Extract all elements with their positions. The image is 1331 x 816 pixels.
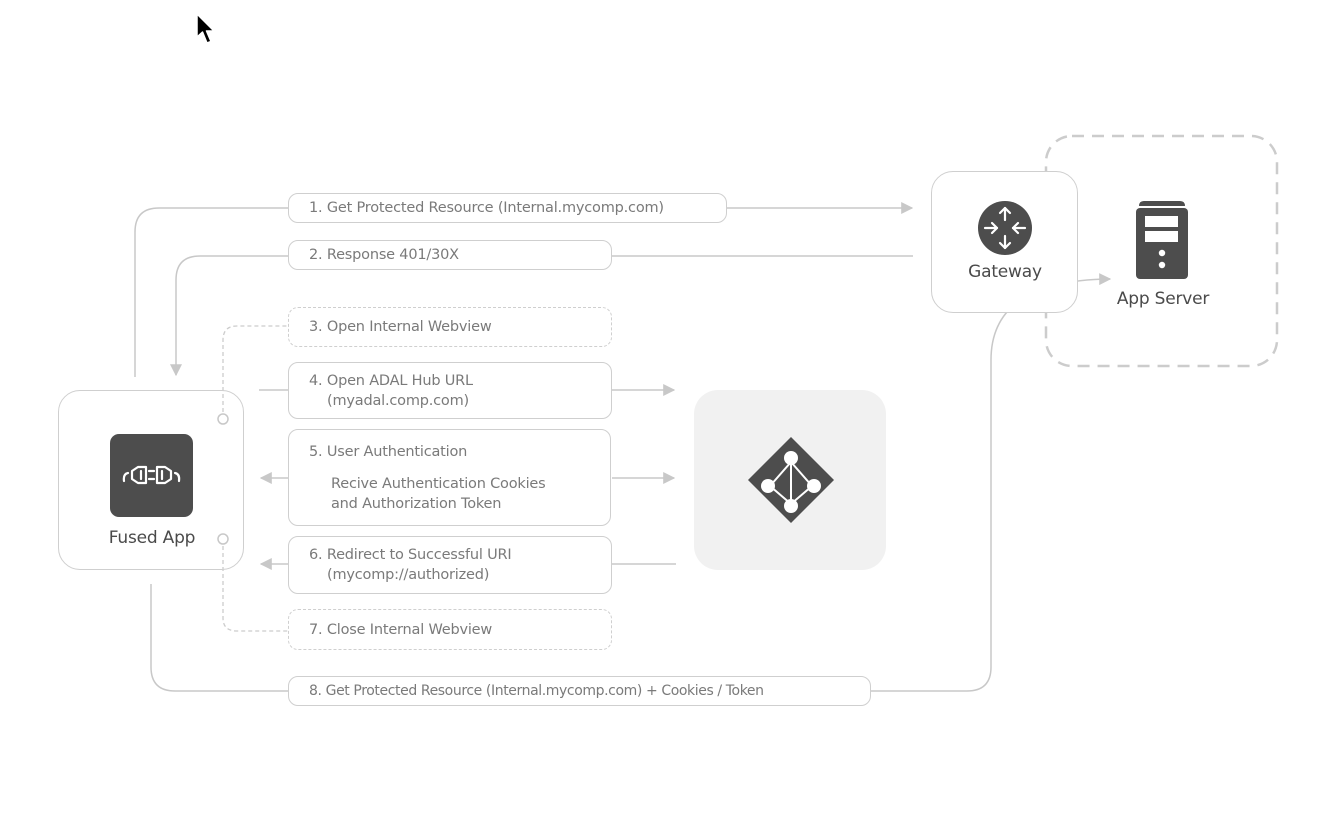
step-2-text: Response 401/30X xyxy=(326,247,459,263)
server-tower-icon xyxy=(1135,200,1189,280)
step-7-number: 7. xyxy=(309,621,323,638)
step-4-url: (myadal.comp.com) xyxy=(327,392,469,409)
step-5-subtext-1: Recive Authentication Cookies xyxy=(331,475,546,492)
step-2-arrow xyxy=(170,255,288,377)
step-5-number: 5. xyxy=(309,443,323,460)
step-7-box: 7. Close Internal Webview xyxy=(288,609,612,650)
step-5-subtext-2: and Authorization Token xyxy=(331,495,502,512)
mouse-cursor-icon xyxy=(196,13,218,51)
app-server-label: App Server xyxy=(1116,289,1210,309)
step-8-arrow xyxy=(871,273,1112,692)
step-3-box: 3. Open Internal Webview xyxy=(288,307,612,347)
step-8-number: 8. xyxy=(309,683,322,699)
step-6-box: 6. Redirect to Successful URI (mycomp://… xyxy=(288,536,612,594)
step-2-number: 2. xyxy=(309,247,323,263)
step-3-text: Open Internal Webview xyxy=(326,319,492,335)
step-8-text: Get Protected Resource (Internal.mycomp.… xyxy=(325,683,764,699)
step-1-text: Get Protected Resource (Internal.mycomp.… xyxy=(326,200,664,216)
azure-active-directory-icon xyxy=(747,436,835,524)
step-6-text: Redirect to Successful URI xyxy=(326,547,512,563)
step-1-box: 1. Get Protected Resource (Internal.myco… xyxy=(288,193,727,223)
step-8-connector xyxy=(150,584,288,692)
step-6-number: 6. xyxy=(309,547,323,563)
step-5-text: User Authentication xyxy=(326,443,468,460)
step-5-box: 5. User Authentication Recive Authentica… xyxy=(288,429,611,526)
step-3-number: 3. xyxy=(309,319,323,335)
fused-app-label: Fused App xyxy=(108,528,196,548)
step-8-box: 8. Get Protected Resource (Internal.myco… xyxy=(288,676,871,706)
step-4-text: Open ADAL Hub URL xyxy=(326,372,473,389)
router-arrows-icon xyxy=(977,200,1033,256)
step-1-number: 1. xyxy=(309,200,323,216)
step-4-box: 4. Open ADAL Hub URL (myadal.comp.com) xyxy=(288,362,612,419)
gateway-label: Gateway xyxy=(968,262,1042,282)
step-2-box: 2. Response 401/30X xyxy=(288,240,612,270)
step-7-text: Close Internal Webview xyxy=(326,621,493,638)
plug-connector-icon xyxy=(110,434,193,517)
step-1-connector xyxy=(134,207,288,377)
step-4-number: 4. xyxy=(309,372,323,389)
step-6-uri: (mycomp://authorized) xyxy=(327,567,490,583)
